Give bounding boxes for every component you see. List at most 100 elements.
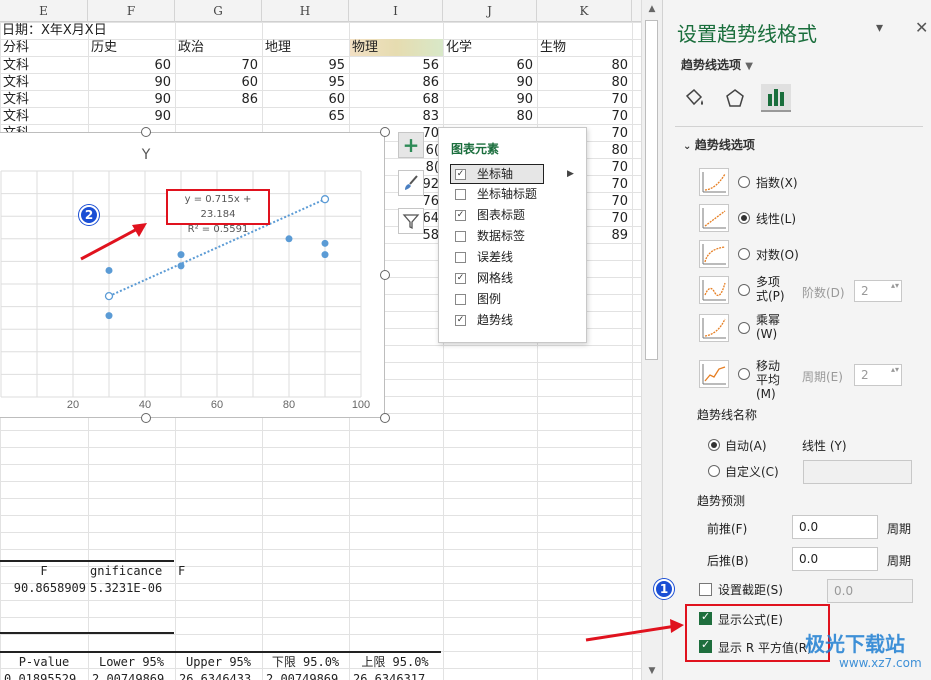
- table-cell[interactable]: 文科: [1, 108, 88, 125]
- anova-extra-header[interactable]: F: [178, 563, 258, 580]
- coef-cell[interactable]: 26.6346433: [175, 671, 262, 680]
- chart-resize-handle[interactable]: [380, 270, 390, 280]
- table-cell[interactable]: 56: [350, 57, 443, 74]
- table-cell[interactable]: 86: [350, 74, 443, 91]
- table-cell[interactable]: 70: [538, 91, 632, 108]
- checkbox[interactable]: [455, 294, 466, 305]
- header-cell[interactable]: 政治: [176, 39, 262, 56]
- table-cell[interactable]: 60: [263, 91, 349, 108]
- table-cell[interactable]: 80: [538, 74, 632, 91]
- chart-resize-handle[interactable]: [380, 413, 390, 423]
- col-header-e[interactable]: E: [0, 0, 88, 22]
- trend-type-icon[interactable]: [699, 314, 729, 342]
- col-header-j[interactable]: J: [443, 0, 537, 22]
- chart-resize-handle[interactable]: [380, 127, 390, 137]
- chart-resize-handle[interactable]: [141, 413, 151, 423]
- anova-f-value[interactable]: 90.8658909: [0, 580, 88, 597]
- order-spinner[interactable]: 2: [854, 280, 902, 302]
- table-cell[interactable]: 86: [176, 91, 262, 108]
- col-header-g[interactable]: G: [175, 0, 262, 22]
- checkbox[interactable]: [455, 231, 466, 242]
- flyout-item[interactable]: 数据标签: [451, 227, 581, 246]
- period-spinner[interactable]: 2: [854, 364, 902, 386]
- spreadsheet-area[interactable]: E F G H I J K 日期：X年X月X日 分科 历史 政治 地理 物理 化学 生物 文…: [0, 0, 641, 680]
- checkbox[interactable]: [455, 189, 466, 200]
- coef-header[interactable]: Lower 95%: [88, 654, 175, 671]
- scroll-thumb[interactable]: [645, 20, 658, 360]
- trend-type-label[interactable]: 乘幂(W): [756, 313, 790, 341]
- checkbox[interactable]: ✓: [455, 273, 466, 284]
- set-intercept-checkbox[interactable]: [699, 583, 712, 596]
- table-cell[interactable]: 60: [176, 74, 262, 91]
- trend-type-radio[interactable]: [738, 368, 750, 380]
- trend-type-icon[interactable]: [699, 204, 729, 232]
- coef-cell[interactable]: 26.6346317: [349, 671, 441, 680]
- chart-elements-button[interactable]: +: [398, 132, 424, 158]
- trend-type-radio[interactable]: [738, 322, 750, 334]
- table-cell[interactable]: 70: [538, 108, 632, 125]
- trend-type-label[interactable]: 指数(X): [756, 174, 798, 191]
- vertical-scrollbar[interactable]: ▲ ▼: [641, 0, 662, 680]
- close-icon[interactable]: ✕: [915, 18, 928, 37]
- chart-styles-button[interactable]: [398, 170, 424, 196]
- table-cell[interactable]: 文科: [1, 74, 88, 91]
- table-cell[interactable]: 90: [89, 108, 175, 125]
- header-cell[interactable]: 分科: [1, 39, 88, 56]
- anova-sig-value[interactable]: 5.3231E-06: [90, 580, 176, 597]
- chart-resize-handle[interactable]: [141, 127, 151, 137]
- col-header-k[interactable]: K: [537, 0, 632, 22]
- header-cell[interactable]: 地理: [263, 39, 349, 56]
- header-cell[interactable]: 化学: [444, 39, 537, 56]
- custom-name-label[interactable]: 自定义(C): [725, 463, 779, 480]
- table-cell[interactable]: 60: [444, 57, 537, 74]
- table-cell[interactable]: 90: [89, 91, 175, 108]
- fill-line-tab[interactable]: [679, 84, 709, 112]
- trend-type-label[interactable]: 移动平均(M): [756, 359, 790, 401]
- header-cell[interactable]: 生物: [538, 39, 632, 56]
- coef-cell[interactable]: 0.01895529: [0, 671, 88, 680]
- custom-name-input[interactable]: [803, 460, 912, 484]
- anova-sig-header[interactable]: gnificance: [90, 563, 176, 580]
- table-cell[interactable]: 95: [263, 74, 349, 91]
- flyout-item[interactable]: 坐标轴标题: [451, 185, 581, 204]
- coef-header[interactable]: 上限 95.0%: [349, 654, 441, 671]
- anova-f-header[interactable]: F: [0, 563, 88, 580]
- checkbox[interactable]: ✓: [455, 315, 466, 326]
- auto-name-radio[interactable]: [708, 439, 720, 451]
- table-cell[interactable]: 90: [444, 74, 537, 91]
- intercept-input[interactable]: 0.0: [827, 579, 913, 603]
- scatter-chart[interactable]: Y 20 40 60 80 100 y = 0.715x + 23.184 R² = 0…: [0, 132, 385, 418]
- coef-cell[interactable]: 2.00749869: [88, 671, 175, 680]
- table-cell[interactable]: [176, 108, 262, 125]
- trend-type-radio[interactable]: [738, 248, 750, 260]
- effects-tab[interactable]: [720, 84, 750, 112]
- table-cell[interactable]: 70: [176, 57, 262, 74]
- checkbox[interactable]: ✓: [455, 210, 466, 221]
- flyout-item[interactable]: ✓ 图表标题: [451, 206, 581, 225]
- scroll-down-icon[interactable]: ▼: [642, 662, 662, 680]
- table-cell[interactable]: 68: [350, 91, 443, 108]
- trend-type-label[interactable]: 线性(L): [756, 210, 796, 227]
- table-cell[interactable]: 83: [350, 108, 443, 125]
- coef-header[interactable]: 下限 95.0%: [262, 654, 349, 671]
- checkbox[interactable]: ✓: [455, 169, 466, 180]
- table-cell[interactable]: 80: [538, 57, 632, 74]
- coef-header[interactable]: Upper 95%: [175, 654, 262, 671]
- coef-header[interactable]: P-value: [0, 654, 88, 671]
- coef-cell[interactable]: 2.00749869: [262, 671, 349, 680]
- table-cell[interactable]: 60: [89, 57, 175, 74]
- trend-type-icon[interactable]: [699, 240, 729, 268]
- pane-options-chevron-icon[interactable]: ▾: [876, 20, 883, 36]
- col-header-h[interactable]: H: [262, 0, 349, 22]
- scroll-up-icon[interactable]: ▲: [642, 0, 662, 18]
- custom-name-radio[interactable]: [708, 465, 720, 477]
- checkbox[interactable]: [455, 252, 466, 263]
- auto-name-label[interactable]: 自动(A): [725, 437, 767, 454]
- col-header-i[interactable]: I: [349, 0, 443, 22]
- table-cell[interactable]: 90: [89, 74, 175, 91]
- flyout-item[interactable]: ✓ 趋势线: [451, 311, 581, 330]
- section-trendline-options[interactable]: ⌄ 趋势线选项: [683, 136, 755, 153]
- trend-type-label[interactable]: 多项式(P): [756, 275, 790, 303]
- submenu-arrow-icon[interactable]: ▶: [567, 165, 574, 184]
- flyout-item[interactable]: ✓ 坐标轴 ▶: [450, 164, 574, 184]
